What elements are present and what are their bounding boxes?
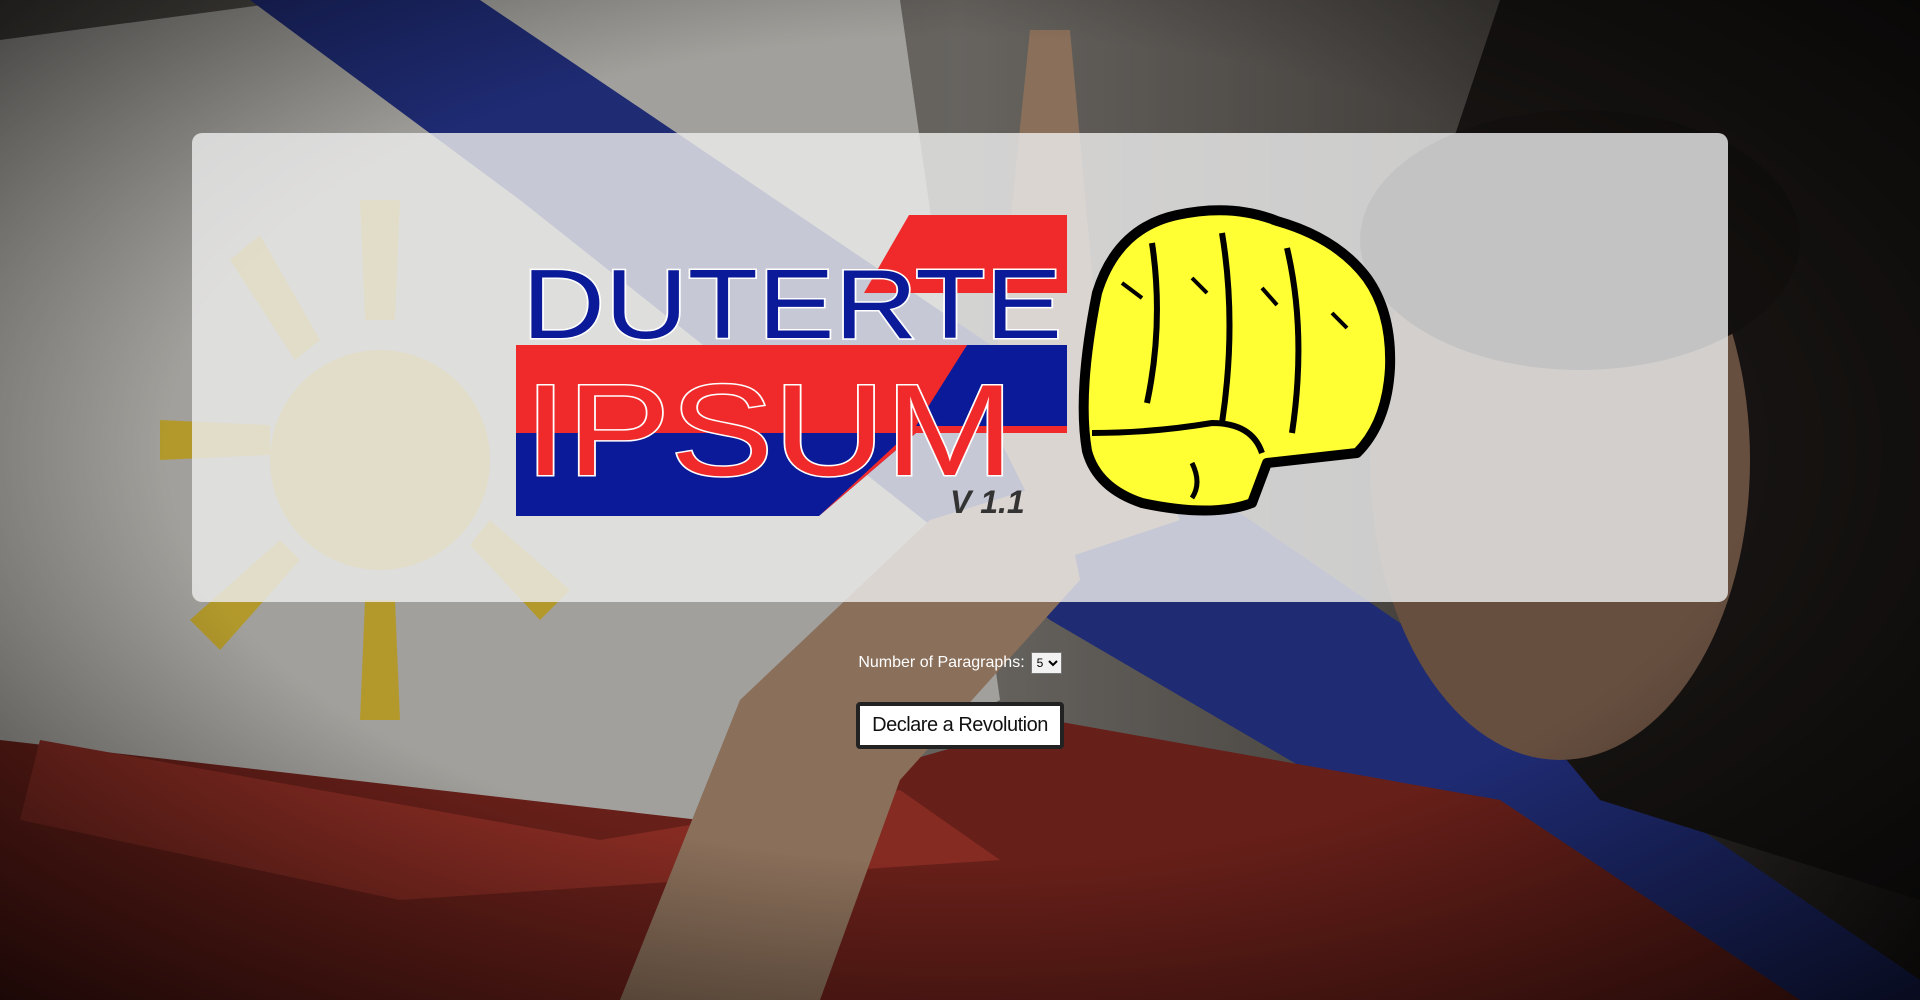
logo-version: V 1.1 [950, 484, 1025, 520]
paragraphs-select[interactable]: 5 [1030, 652, 1062, 674]
paragraphs-label: Number of Paragraphs: [858, 654, 1025, 671]
hero-panel: DUTERTE IPSUM V 1.1 [192, 133, 1728, 602]
generator-controls: Number of Paragraphs: 5 Declare a Revolu… [0, 652, 1920, 749]
logo-line1: DUTERTE [522, 249, 1062, 359]
paragraphs-row: Number of Paragraphs: 5 [858, 652, 1062, 674]
duterte-ipsum-logo: DUTERTE IPSUM V 1.1 [192, 133, 1728, 602]
logo-line2: IPSUM [524, 357, 1014, 503]
declare-revolution-button[interactable]: Declare a Revolution [856, 702, 1064, 749]
fist-icon [1078, 205, 1396, 516]
